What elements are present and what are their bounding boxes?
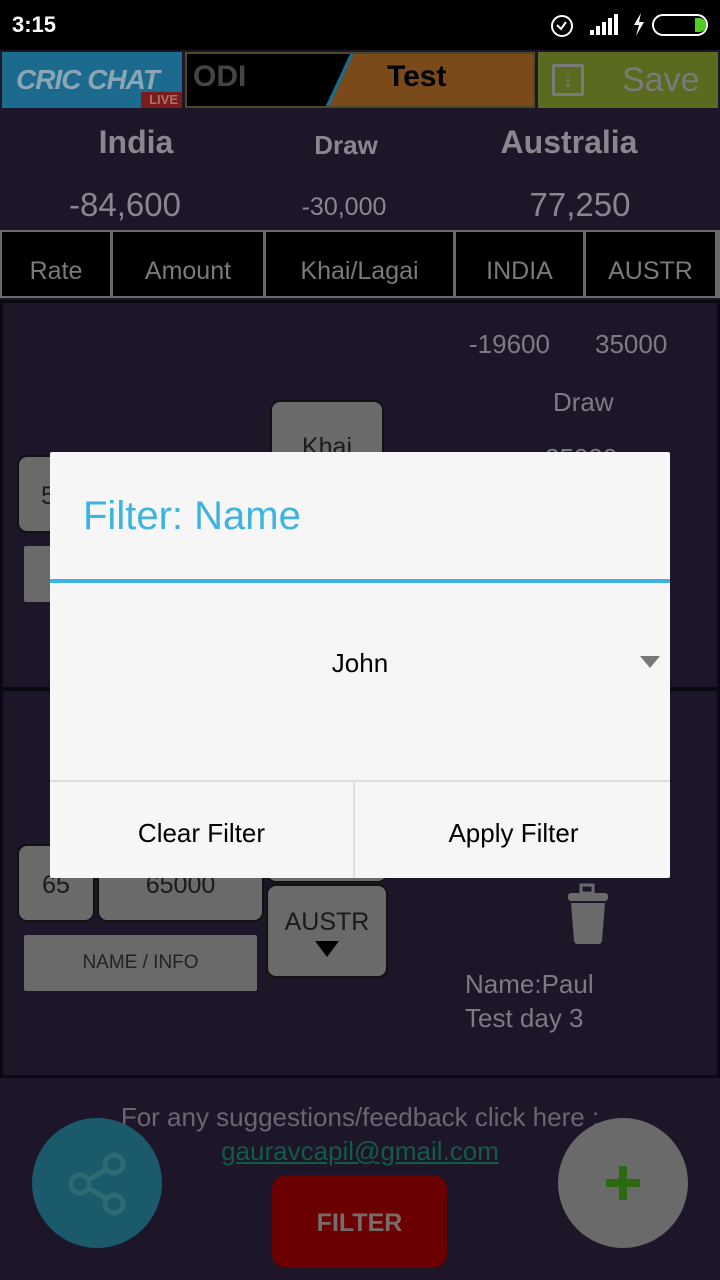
column-rate: Rate <box>2 232 110 296</box>
name-info-field[interactable]: NAME / INFO <box>24 935 257 991</box>
save-button[interactable]: ↓ Save <box>538 52 718 108</box>
draw-label: Draw <box>553 387 614 417</box>
plus-icon <box>606 1166 640 1200</box>
bet-info: Test day 3 <box>465 1003 584 1033</box>
dropdown-caret-icon <box>640 656 660 668</box>
footer: For any suggestions/feedback click here … <box>0 1078 720 1280</box>
status-bar: 3:15 <box>0 0 720 50</box>
austr-value: 35000 <box>595 329 668 359</box>
australia-total: 77,250 <box>529 186 631 223</box>
trash-icon[interactable] <box>566 883 610 945</box>
column-header-row: Rate Amount Khai/Lagai INDIA AUSTR <box>0 230 720 298</box>
clear-filter-button[interactable]: Clear Filter <box>50 782 355 878</box>
charging-icon <box>634 13 644 36</box>
battery-icon <box>652 14 708 36</box>
column-amount: Amount <box>113 232 263 296</box>
caret-down-icon <box>315 941 339 957</box>
team-select-button[interactable]: AUSTR <box>266 884 388 978</box>
mode-test[interactable]: Test <box>387 60 446 94</box>
alarm-icon <box>551 15 573 37</box>
status-time: 3:15 <box>12 12 57 37</box>
draw-label: Draw <box>314 130 378 160</box>
team-india-label: India <box>98 124 174 160</box>
bet-name: Name:Paul <box>465 969 594 999</box>
name-spinner[interactable]: John <box>50 583 670 780</box>
share-button[interactable] <box>32 1118 162 1248</box>
column-austr: AUSTR <box>586 232 715 296</box>
india-value: -19600 <box>469 329 550 359</box>
filter-dialog: Filter: Name John Clear Filter Apply Fil… <box>50 452 670 878</box>
india-total: -84,600 <box>69 186 181 223</box>
filter-button[interactable]: FILTER <box>272 1175 447 1268</box>
cric-chat-logo[interactable]: CRIC CHAT LIVE <box>2 52 182 108</box>
column-khai-lagai: Khai/Lagai <box>266 232 453 296</box>
status-icons <box>551 13 708 37</box>
draw-total: -30,000 <box>301 193 387 221</box>
mode-toggle[interactable]: ODI Test <box>185 52 535 108</box>
apply-filter-button[interactable]: Apply Filter <box>357 782 670 878</box>
team-select-label: AUSTR <box>284 908 370 936</box>
column-india: INDIA <box>456 232 583 296</box>
spinner-selected-value: John <box>331 648 389 678</box>
signal-icon <box>590 14 618 35</box>
dialog-title: Filter: Name <box>83 494 301 538</box>
add-button[interactable] <box>558 1118 688 1248</box>
team-australia-label: Australia <box>500 124 638 160</box>
share-icon <box>68 1152 126 1216</box>
mode-odi[interactable]: ODI <box>193 60 246 94</box>
save-icon: ↓ <box>552 64 584 96</box>
live-badge: LIVE <box>141 92 182 108</box>
